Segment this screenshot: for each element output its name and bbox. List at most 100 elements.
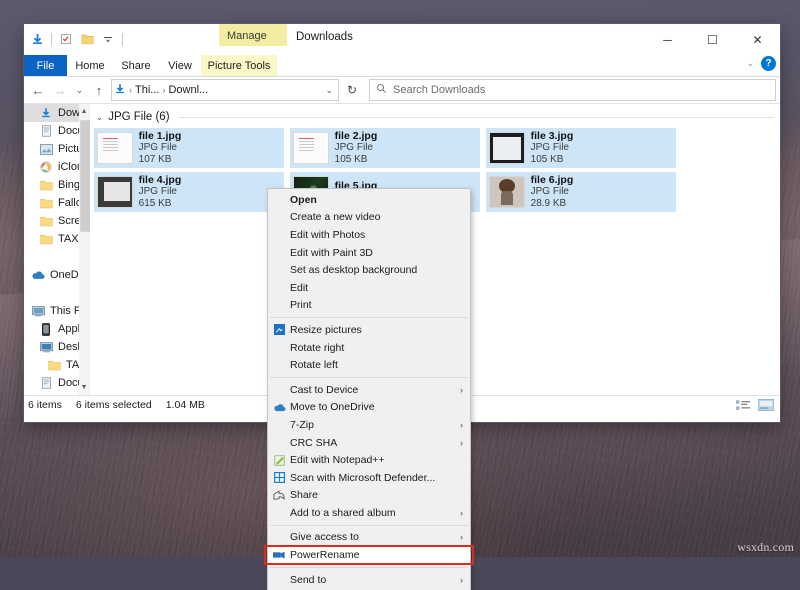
menu-item-label: Move to OneDrive: [290, 401, 375, 414]
menu-item-move-to-onedrive[interactable]: Move to OneDrive: [268, 399, 470, 417]
menu-item-edit[interactable]: Edit: [268, 279, 470, 297]
contextual-tab-group-label: Manage: [227, 30, 267, 42]
recent-locations-button[interactable]: ⌄: [72, 80, 87, 100]
file-thumbnail: [96, 176, 133, 208]
menu-item-label: Edit with Paint 3D: [290, 246, 373, 259]
customize-qat-icon[interactable]: [99, 30, 117, 48]
file-tile[interactable]: file 2.jpg JPG File 105 KB: [289, 128, 480, 168]
file-size: 107 KB: [138, 154, 172, 166]
menu-item-label: Edit: [290, 281, 309, 294]
menu-item-edit-with-paint-3d[interactable]: Edit with Paint 3D: [268, 244, 470, 262]
menu-item-create-a-new-video[interactable]: Create a new video: [268, 209, 470, 227]
refresh-button[interactable]: ↻: [341, 80, 363, 100]
menu-item-set-as-desktop-background[interactable]: Set as desktop background: [268, 261, 470, 279]
breadcrumb-folder-icon: [114, 83, 126, 98]
icloud-photos-icon: [38, 159, 54, 175]
menu-item-add-to-a-shared-album[interactable]: Add to a shared album ›: [268, 504, 470, 522]
group-header[interactable]: ⌄ JPG File (6): [90, 104, 780, 126]
help-icon[interactable]: ?: [761, 56, 776, 71]
close-button[interactable]: ✕: [735, 24, 780, 55]
large-icons-view-button[interactable]: [757, 398, 774, 412]
menu-item-label: Open: [290, 193, 317, 206]
menu-item-label: Edit with Photos: [290, 228, 366, 241]
menu-item-label: Create a new video: [290, 211, 381, 224]
context-menu[interactable]: Open Create a new video Edit with Photos Ed…: [268, 189, 470, 590]
menu-item-edit-with-photos[interactable]: Edit with Photos: [268, 226, 470, 244]
menu-item-label: Rotate right: [290, 341, 345, 354]
folder-icon: [38, 177, 54, 193]
menu-item-cast-to-device[interactable]: Cast to Device ›: [268, 381, 470, 399]
file-meta: file 1.jpg JPG File 107 KB: [139, 130, 182, 166]
new-folder-icon[interactable]: [78, 30, 96, 48]
tab-picture-tools[interactable]: Picture Tools: [201, 55, 277, 76]
file-type: JPG File: [138, 186, 177, 198]
group-header-rule: [178, 116, 774, 118]
chevron-right-icon: ›: [460, 419, 463, 430]
menu-item-print[interactable]: Print: [268, 297, 470, 315]
address-bar: ← → ⌄ ↑ › Thi... › Downl... ⌄ ↻ Search D…: [24, 77, 780, 103]
scroll-down-arrow[interactable]: ▼: [79, 380, 90, 395]
qat-divider: [51, 32, 52, 46]
menu-item-resize-pictures[interactable]: Resize pictures: [268, 321, 470, 339]
menu-item-label: Cast to Device: [290, 383, 359, 396]
menu-item-edit-with-notepad[interactable]: Edit with Notepad++: [268, 451, 470, 469]
tab-share[interactable]: Share: [113, 55, 159, 76]
menu-separator: [270, 376, 468, 378]
menu-item-rotate-right[interactable]: Rotate right: [268, 339, 470, 357]
menu-item-rotate-left[interactable]: Rotate left: [268, 356, 470, 374]
menu-item-share[interactable]: Share: [268, 487, 470, 505]
menu-item-7-zip[interactable]: 7-Zip ›: [268, 416, 470, 434]
chevron-right-icon: ›: [460, 574, 463, 585]
scroll-up-arrow[interactable]: ▲: [79, 104, 90, 119]
chevron-down-icon[interactable]: ⌄: [325, 85, 336, 96]
maximize-button[interactable]: ☐: [690, 24, 735, 55]
minimize-button[interactable]: ─: [645, 24, 690, 55]
file-tile[interactable]: file 4.jpg JPG File 615 KB: [93, 172, 284, 212]
details-view-button[interactable]: [734, 398, 751, 412]
status-selection-size: 1.04 MB: [165, 399, 205, 411]
file-thumbnail: [96, 132, 133, 164]
qat-divider-2: [122, 32, 123, 46]
back-button[interactable]: ←: [28, 80, 48, 100]
menu-item-send-to[interactable]: Send to ›: [268, 571, 470, 589]
menu-item-give-access-to[interactable]: Give access to ›: [268, 529, 470, 547]
pictures-icon: [38, 141, 54, 157]
this-pc-icon: [30, 303, 46, 319]
file-meta: file 2.jpg JPG File 105 KB: [335, 130, 378, 166]
documents-icon: [38, 123, 54, 139]
breadcrumb-item-this-pc[interactable]: Thi...: [135, 84, 159, 96]
tab-home[interactable]: Home: [67, 55, 113, 76]
tab-view[interactable]: View: [159, 55, 201, 76]
menu-item-label: Give access to: [290, 531, 359, 544]
menu-item-scan-with-microsoft-defender[interactable]: Scan with Microsoft Defender...: [268, 469, 470, 487]
scroll-thumb[interactable]: [79, 120, 90, 232]
menu-item-label: Rotate left: [290, 359, 338, 372]
file-tile[interactable]: file 1.jpg JPG File 107 KB: [93, 128, 284, 168]
nav-scrollbar[interactable]: ▲ ▼: [78, 104, 90, 395]
file-thumbnail: [488, 132, 525, 164]
menu-separator: [270, 317, 468, 319]
file-tile[interactable]: file 6.jpg JPG File 28.9 KB: [485, 172, 676, 212]
tab-file[interactable]: File: [24, 55, 67, 76]
chevron-down-icon[interactable]: ⌄: [96, 112, 104, 123]
up-button[interactable]: ↑: [89, 80, 109, 100]
share-icon: [268, 490, 290, 501]
folder-icon: [38, 213, 54, 229]
breadcrumb[interactable]: › Thi... › Downl... ⌄: [111, 79, 339, 101]
downloads-icon[interactable]: [28, 30, 46, 48]
file-type: JPG File: [530, 186, 569, 198]
window-title: Downloads: [296, 31, 353, 43]
navigation-pane: DownloadsDocumentsPicturesiCloud PhotoBi…: [24, 104, 90, 395]
chevron-down-icon[interactable]: ⌄: [746, 58, 754, 69]
menu-item-open[interactable]: Open: [268, 191, 470, 209]
properties-icon[interactable]: [57, 30, 75, 48]
file-meta: file 4.jpg JPG File 615 KB: [139, 174, 182, 210]
file-meta: file 6.jpg JPG File 28.9 KB: [531, 174, 574, 210]
menu-item-crc-sha[interactable]: CRC SHA ›: [268, 434, 470, 452]
file-size: 105 KB: [530, 154, 564, 166]
file-tile[interactable]: file 3.jpg JPG File 105 KB: [485, 128, 676, 168]
breadcrumb-item-downloads[interactable]: Downl...: [168, 84, 208, 96]
search-input[interactable]: Search Downloads: [369, 79, 776, 101]
menu-item-label: Print: [290, 299, 312, 312]
ribbon-tab-strip: File Home Share View Picture Tools ⌄ ?: [24, 55, 780, 77]
